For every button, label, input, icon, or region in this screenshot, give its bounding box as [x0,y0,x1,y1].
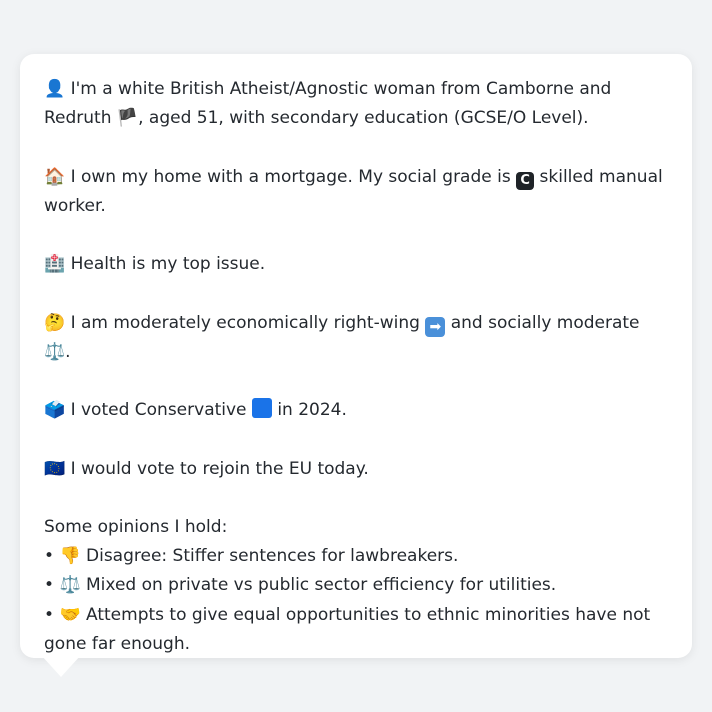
ideology-period: . [65,341,71,362]
vote-text: I voted Conservative [70,400,247,421]
bubble-tail [41,655,81,677]
list-item: • 👎 Disagree: Stiffer sentences for lawb… [44,542,668,571]
england-flag-icon: 🏴 [116,108,139,129]
bullet: • [44,604,55,625]
issue-line: 🏥 Health is my top issue. [44,250,668,279]
eu-text: I would vote to rejoin the EU today. [70,458,369,479]
list-item: • 🤝 Attempts to give equal opportunities… [44,601,668,659]
house-icon: 🏠 [44,166,66,187]
balance-scale-icon: ⚖️ [44,341,66,362]
intro-age-education: , aged 51, with secondary education (GCS… [138,108,589,129]
vote-line: 🗳️ I voted Conservative in 2024. [44,396,668,425]
eu-flag-icon: 🇪🇺 [44,458,66,479]
bullet: • [44,546,55,567]
hospital-icon: 🏥 [44,254,66,275]
blue-square-icon [251,398,272,419]
opinions-heading: Some opinions I hold: [44,516,228,537]
opinion-text: Attempts to give equal opportunities to … [44,604,651,654]
ideology-line: 🤔 I am moderately economically right-win… [44,309,668,367]
vote-year-text: in 2024. [277,400,347,421]
person-icon: 👤 [44,79,66,99]
opinions-list: • 👎 Disagree: Stiffer sentences for lawb… [44,542,668,659]
bullet: • [44,575,55,596]
social-position-text: and socially moderate [450,312,640,333]
social-grade-c-icon: C [516,171,535,190]
thumbs-down-icon: 👎 [59,546,81,567]
ballot-box-icon: 🗳️ [44,400,66,421]
housing-text: I own my home with a mortgage. My social… [70,166,511,187]
handshake-icon: 🤝 [59,604,81,625]
right-arrow-icon: ➡ [425,316,446,337]
persona-message-bubble: 👤 I'm a white British Atheist/Agnostic w… [20,54,692,658]
issue-text: Health is my top issue. [70,254,266,275]
list-item: • ⚖️ Mixed on private vs public sector e… [44,571,668,600]
opinion-text: Disagree: Stiffer sentences for lawbreak… [86,546,459,567]
economic-position-text: I am moderately economically right-wing [70,312,420,333]
thinking-face-icon: 🤔 [44,312,66,333]
balance-scale-icon: ⚖️ [59,575,81,596]
intro-line: 👤 I'm a white British Atheist/Agnostic w… [44,75,668,133]
housing-line: 🏠 I own my home with a mortgage. My soci… [44,163,668,221]
opinion-text: Mixed on private vs public sector effici… [86,575,557,596]
eu-line: 🇪🇺 I would vote to rejoin the EU today. [44,455,668,484]
